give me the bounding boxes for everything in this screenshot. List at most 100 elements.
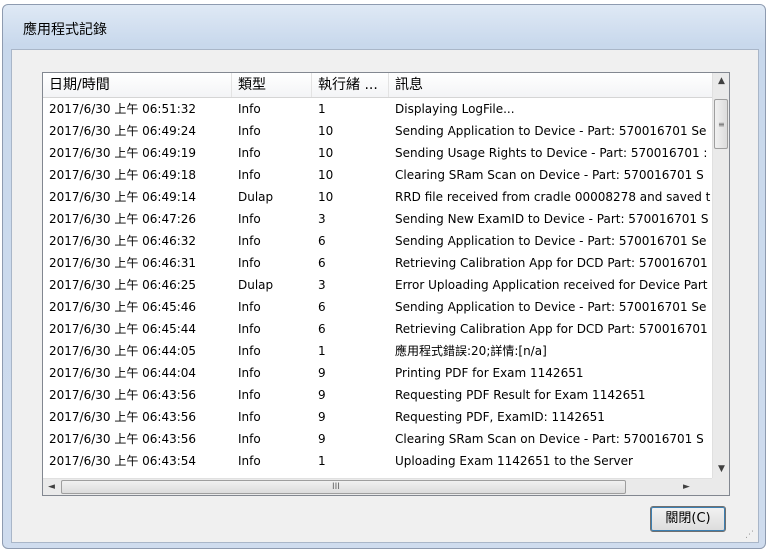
table-row[interactable]: 2017/6/30 上午 06:43:56 Info 9 Requesting PDF…	[43, 406, 713, 428]
window-frame: 應用程式記錄 日期/時間 類型 執行緒 ... 訊息 2017/6/30 上午 …	[2, 4, 766, 549]
cell-type: Info	[238, 366, 261, 380]
cell-message: Printing PDF for Exam 1142651	[395, 366, 584, 380]
vertical-scrollbar[interactable]: ▲ ≡ ▼	[712, 73, 729, 478]
cell-thread: 6	[318, 300, 326, 314]
cell-datetime: 2017/6/30 上午 06:46:31	[49, 256, 197, 270]
close-button[interactable]: 關閉(C)	[650, 506, 726, 532]
cell-type: Info	[238, 388, 261, 402]
scroll-down-icon[interactable]: ▼	[713, 461, 729, 478]
cell-thread: 9	[318, 388, 326, 402]
cell-message: Clearing SRam Scan on Device - Part: 570…	[395, 432, 704, 446]
horizontal-scrollbar[interactable]: ◄ III ►	[43, 478, 713, 495]
column-header-datetime[interactable]: 日期/時間	[43, 73, 232, 97]
scroll-up-icon[interactable]: ▲	[713, 73, 729, 90]
cell-message: Displaying LogFile...	[395, 102, 515, 116]
table-row[interactable]: 2017/6/30 上午 06:51:32 Info 1 Displaying Log…	[43, 98, 713, 120]
log-rows: 2017/6/30 上午 06:51:32 Info 1 Displaying Log…	[43, 98, 713, 470]
cell-message: RRD file received from cradle 00008278 a…	[395, 190, 711, 204]
cell-thread: 1	[318, 454, 326, 468]
cell-datetime: 2017/6/30 上午 06:49:24	[49, 124, 197, 138]
grip-icon: ≡	[718, 120, 725, 129]
cell-thread: 6	[318, 256, 326, 270]
table-row[interactable]: 2017/6/30 上午 06:49:19 Info 10 Sending Usage…	[43, 142, 713, 164]
horizontal-scroll-thumb[interactable]: III	[61, 480, 626, 494]
cell-message: Uploading Exam 1142651 to the Server	[395, 454, 633, 468]
cell-type: Info	[238, 146, 261, 160]
table-row[interactable]: 2017/6/30 上午 06:47:26 Info 3 Sending New Ex…	[43, 208, 713, 230]
cell-type: Info	[238, 322, 261, 336]
cell-message: Sending Application to Device - Part: 57…	[395, 300, 707, 314]
table-row[interactable]: 2017/6/30 上午 06:45:44 Info 6 Retrieving Cal…	[43, 318, 713, 340]
cell-type: Info	[238, 256, 261, 270]
cell-datetime: 2017/6/30 上午 06:51:32	[49, 102, 197, 116]
table-row[interactable]: 2017/6/30 上午 06:44:04 Info 9 Printing PDF f…	[43, 362, 713, 384]
scrollbar-corner	[712, 478, 729, 495]
cell-message: Sending Usage Rights to Device - Part: 5…	[395, 146, 708, 160]
cell-datetime: 2017/6/30 上午 06:49:18	[49, 168, 197, 182]
cell-message: Requesting PDF Result for Exam 1142651	[395, 388, 646, 402]
column-header-message[interactable]: 訊息	[389, 73, 713, 97]
cell-type: Info	[238, 234, 261, 248]
table-row[interactable]: 2017/6/30 上午 06:43:56 Info 9 Clearing SRam …	[43, 428, 713, 450]
cell-type: Info	[238, 432, 261, 446]
cell-type: Info	[238, 168, 261, 182]
cell-thread: 1	[318, 102, 326, 116]
cell-type: Info	[238, 124, 261, 138]
cell-type: Dulap	[238, 190, 274, 204]
cell-type: Info	[238, 102, 261, 116]
cell-type: Info	[238, 410, 261, 424]
cell-message: Sending New ExamID to Device - Part: 570…	[395, 212, 709, 226]
cell-message: 應用程式錯誤:20;詳情:[n/a]	[395, 344, 547, 358]
vertical-scroll-thumb[interactable]: ≡	[714, 99, 728, 149]
cell-message: Error Uploading Application received for…	[395, 278, 708, 292]
cell-message: Requesting PDF, ExamID: 1142651	[395, 410, 605, 424]
list-header: 日期/時間 類型 執行緒 ... 訊息	[43, 73, 713, 98]
cell-type: Info	[238, 454, 261, 468]
cell-thread: 10	[318, 168, 334, 182]
cell-datetime: 2017/6/30 上午 06:43:54	[49, 454, 197, 468]
cell-type: Info	[238, 344, 261, 358]
column-header-type[interactable]: 類型	[232, 73, 312, 97]
cell-thread: 9	[318, 410, 326, 424]
cell-datetime: 2017/6/30 上午 06:46:25	[49, 278, 197, 292]
cell-datetime: 2017/6/30 上午 06:47:26	[49, 212, 197, 226]
cell-message: Sending Application to Device - Part: 57…	[395, 234, 707, 248]
cell-datetime: 2017/6/30 上午 06:49:14	[49, 190, 197, 204]
column-header-thread[interactable]: 執行緒 ...	[312, 73, 389, 97]
table-row[interactable]: 2017/6/30 上午 06:46:31 Info 6 Retrieving Cal…	[43, 252, 713, 274]
table-row[interactable]: 2017/6/30 上午 06:46:32 Info 6 Sending Applic…	[43, 230, 713, 252]
cell-thread: 10	[318, 124, 334, 138]
app-log-dialog: 應用程式記錄 日期/時間 類型 執行緒 ... 訊息 2017/6/30 上午 …	[2, 4, 766, 549]
cell-thread: 6	[318, 322, 326, 336]
window-title: 應用程式記錄	[23, 22, 107, 38]
cell-datetime: 2017/6/30 上午 06:45:46	[49, 300, 197, 314]
cell-type: Dulap	[238, 278, 274, 292]
table-row[interactable]: 2017/6/30 上午 06:49:18 Info 10 Clearing SRam…	[43, 164, 713, 186]
cell-datetime: 2017/6/30 上午 06:49:19	[49, 146, 197, 160]
table-row[interactable]: 2017/6/30 上午 06:45:46 Info 6 Sending Applic…	[43, 296, 713, 318]
cell-datetime: 2017/6/30 上午 06:44:05	[49, 344, 197, 358]
log-list-view[interactable]: 日期/時間 類型 執行緒 ... 訊息 2017/6/30 上午 06:51:3…	[42, 72, 730, 496]
table-row[interactable]: 2017/6/30 上午 06:43:54 Info 1 Uploading Exam…	[43, 450, 713, 470]
cell-type: Info	[238, 300, 261, 314]
cell-message: Sending Application to Device - Part: 57…	[395, 124, 707, 138]
grip-icon: III	[332, 482, 340, 492]
cell-message: Retrieving Calibration App for DCD Part:…	[395, 322, 708, 336]
table-row[interactable]: 2017/6/30 上午 06:46:25 Dulap 3 Error Uploadi…	[43, 274, 713, 296]
resize-grip-icon[interactable]: ⋰	[745, 530, 754, 540]
cell-message: Clearing SRam Scan on Device - Part: 570…	[395, 168, 704, 182]
table-row[interactable]: 2017/6/30 上午 06:44:05 Info 1 應用程式錯誤:20;詳情:[…	[43, 340, 713, 362]
cell-thread: 9	[318, 432, 326, 446]
cell-thread: 1	[318, 344, 326, 358]
cell-datetime: 2017/6/30 上午 06:44:04	[49, 366, 197, 380]
scroll-left-icon[interactable]: ◄	[43, 479, 60, 495]
cell-thread: 9	[318, 366, 326, 380]
table-row[interactable]: 2017/6/30 上午 06:43:56 Info 9 Requesting PDF…	[43, 384, 713, 406]
cell-thread: 3	[318, 278, 326, 292]
cell-datetime: 2017/6/30 上午 06:43:56	[49, 388, 197, 402]
cell-thread: 6	[318, 234, 326, 248]
scroll-right-icon[interactable]: ►	[678, 479, 695, 495]
table-row[interactable]: 2017/6/30 上午 06:49:14 Dulap 10 RRD file rec…	[43, 186, 713, 208]
table-row[interactable]: 2017/6/30 上午 06:49:24 Info 10 Sending Appli…	[43, 120, 713, 142]
dialog-client-area: 日期/時間 類型 執行緒 ... 訊息 2017/6/30 上午 06:51:3…	[11, 49, 759, 543]
